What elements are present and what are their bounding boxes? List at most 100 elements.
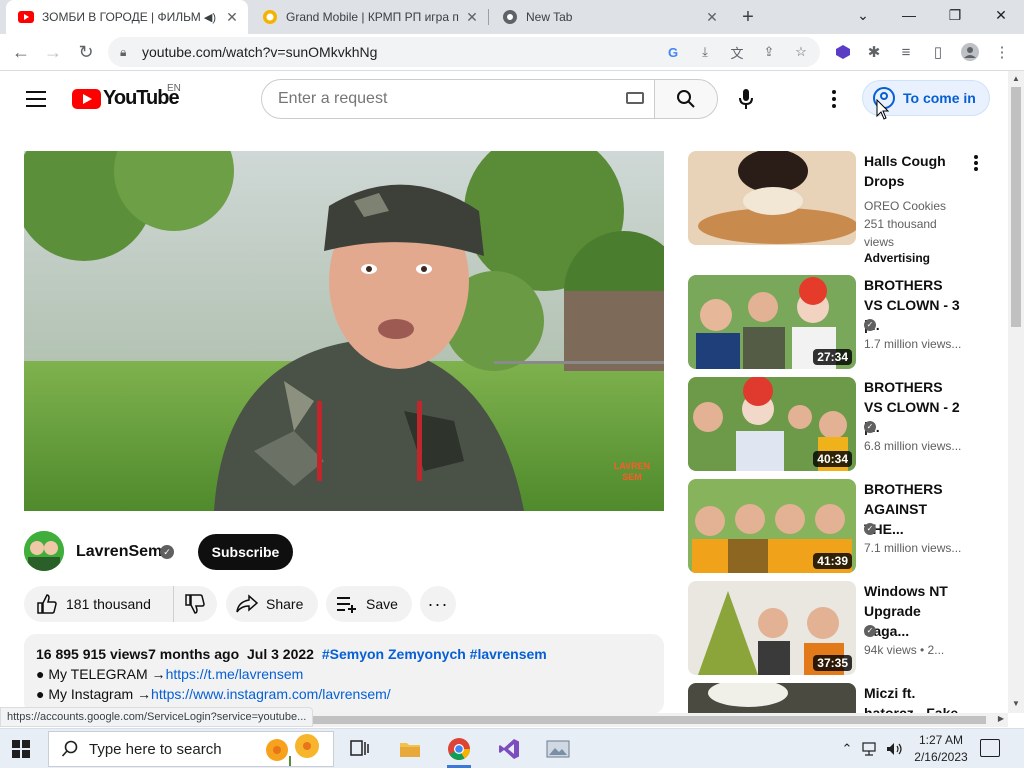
video-duration: 37:35 xyxy=(813,655,852,671)
tab-new-tab[interactable]: New Tab ✕ xyxy=(490,0,728,34)
taskbar-search-box[interactable]: Type here to search xyxy=(48,731,334,767)
volume-icon[interactable] xyxy=(884,729,906,768)
scroll-up-arrow-icon[interactable]: ▲ xyxy=(1012,74,1020,83)
telegram-link[interactable]: https://t.me/lavrensem xyxy=(166,666,304,682)
rec-title[interactable]: Miczi ft. hatorcz - Fake xyxy=(864,683,964,713)
rec-item[interactable]: 27:34 BROTHERS VS CLOWN - 3 |... ✓ 1.7 m… xyxy=(688,275,988,369)
voice-search-button[interactable] xyxy=(726,79,766,119)
windows-start-icon[interactable] xyxy=(12,740,30,758)
tab-search-chevron-icon[interactable]: ⌄ xyxy=(840,0,886,30)
ad-menu-icon[interactable] xyxy=(974,155,978,173)
notifications-icon[interactable] xyxy=(980,739,1000,757)
rec-thumbnail[interactable]: 41:39 xyxy=(688,479,856,573)
new-tab-plus-icon[interactable]: + xyxy=(737,6,759,28)
subscribe-button[interactable]: Subscribe xyxy=(198,534,293,570)
rec-thumbnail[interactable]: 37:35 xyxy=(688,581,856,675)
ad-title[interactable]: Halls Cough Drops xyxy=(864,151,964,191)
rec-channel[interactable]: ✓ xyxy=(864,319,884,333)
video-player[interactable]: LAVREN SEM xyxy=(24,151,664,511)
tab-grand-mobile[interactable]: Grand Mobile | КРМП РП игра п ✕ xyxy=(250,0,488,34)
search-button[interactable] xyxy=(654,79,718,119)
youtube-favicon-icon xyxy=(18,9,34,25)
view-count: 16 895 915 views xyxy=(36,646,149,662)
clock-date: 2/16/2023 xyxy=(914,750,968,764)
upload-date: Jul 3 2022 xyxy=(247,646,314,662)
ad-thumbnail[interactable] xyxy=(688,151,856,245)
settings-menu-icon[interactable] xyxy=(822,87,846,111)
reload-icon[interactable]: ↻ xyxy=(73,39,99,65)
forward-icon[interactable]: → xyxy=(40,39,66,65)
network-icon[interactable] xyxy=(860,729,882,768)
like-button[interactable]: 181 thousand xyxy=(24,586,174,622)
rec-channel[interactable]: ✓ xyxy=(864,625,884,639)
verified-check-icon: ✓ xyxy=(864,421,876,433)
visual-studio-icon[interactable] xyxy=(493,733,525,765)
instagram-link[interactable]: https://www.instagram.com/lavrensem/ xyxy=(151,686,391,702)
save-button[interactable]: Save xyxy=(326,586,412,622)
rec-item[interactable]: 41:39 BROTHERS AGAINST THE... ✓ 7.1 mill… xyxy=(688,479,988,573)
like-count: 181 thousand xyxy=(66,596,151,612)
share-button[interactable]: Share xyxy=(226,586,318,622)
file-explorer-icon[interactable] xyxy=(394,733,426,765)
tab-close-icon[interactable]: ✕ xyxy=(222,7,242,27)
hashtags[interactable]: #Semyon Zemyonych #lavrensem xyxy=(322,646,547,662)
media-queue-icon[interactable]: ≡ xyxy=(893,39,919,65)
verified-check-icon: ✓ xyxy=(160,545,174,559)
ad-label: Advertising xyxy=(864,251,931,265)
more-actions-button[interactable]: ··· xyxy=(420,586,456,622)
install-app-icon[interactable]: ⤓ xyxy=(694,41,716,63)
vertical-scrollbar[interactable]: ▲ ▼ xyxy=(1008,71,1024,713)
rec-item[interactable]: 40:34 BROTHERS VS CLOWN - 2 |... ✓ 6.8 m… xyxy=(688,377,988,471)
dislike-button[interactable] xyxy=(174,593,216,615)
close-window-icon[interactable]: ✕ xyxy=(978,0,1024,30)
extension-purple-icon[interactable] xyxy=(830,39,856,65)
restore-icon[interactable]: ❐ xyxy=(932,0,978,30)
bookmark-star-icon[interactable]: ☆ xyxy=(790,41,812,63)
search-box xyxy=(261,79,655,119)
taskbar-clock[interactable]: 1:27 AM 2/16/2023 xyxy=(910,732,972,766)
scrollbar-thumb[interactable] xyxy=(1011,87,1021,327)
telegram-line: ● My TELEGRAM →https://t.me/lavrensem xyxy=(36,666,652,682)
minimize-icon[interactable]: — xyxy=(886,0,932,30)
address-url: youtube.com/watch?v=sunOMkvkhNg xyxy=(142,44,378,60)
address-bar[interactable]: 🔒︎ youtube.com/watch?v=sunOMkvkhNg G ⤓ 文… xyxy=(108,37,820,67)
rec-channel[interactable]: ✓ xyxy=(864,421,884,435)
side-panel-icon[interactable]: ▯ xyxy=(925,39,951,65)
guide-menu-icon[interactable] xyxy=(26,91,46,107)
rec-thumbnail[interactable]: 27:34 xyxy=(688,275,856,369)
ad-channel: OREO Cookies xyxy=(864,199,947,213)
keyboard-icon[interactable] xyxy=(626,92,644,104)
clock-time: 1:27 AM xyxy=(918,733,964,747)
task-view-icon[interactable] xyxy=(344,733,376,765)
rec-thumbnail[interactable]: 40:34 xyxy=(688,377,856,471)
tab-close-icon[interactable]: ✕ xyxy=(702,7,722,27)
verified-check-icon: ✓ xyxy=(864,523,876,535)
rec-thumbnail[interactable] xyxy=(688,683,856,713)
profile-icon[interactable] xyxy=(957,39,983,65)
photos-app-icon[interactable] xyxy=(542,733,574,765)
channel-name[interactable]: LavrenSem xyxy=(76,543,162,561)
search-input[interactable] xyxy=(278,90,608,108)
tab-audio-icon[interactable]: ◀) xyxy=(204,11,216,24)
tab-youtube[interactable]: ЗОМБИ В ГОРОДЕ | ФИЛЬМ ◀) ✕ xyxy=(6,0,248,34)
rec-channel[interactable]: ✓ xyxy=(864,523,884,537)
tray-overflow-chevron-icon[interactable]: ⌃ xyxy=(838,729,856,768)
translate-icon[interactable]: 文 xyxy=(726,41,748,63)
rec-item[interactable]: 37:35 Windows NT Upgrade Saga... ✓ 94k v… xyxy=(688,581,988,675)
channel-avatar[interactable] xyxy=(24,531,64,571)
share-page-icon[interactable]: ⇪ xyxy=(758,41,780,63)
tab-close-icon[interactable]: ✕ xyxy=(462,7,482,27)
chrome-menu-icon[interactable]: ⋮ xyxy=(989,39,1015,65)
scroll-right-arrow-icon[interactable]: ▶ xyxy=(998,714,1004,723)
lock-icon[interactable]: 🔒︎ xyxy=(120,45,134,60)
flowers-highlight-icon xyxy=(266,734,319,766)
rec-item[interactable]: Miczi ft. hatorcz - Fake xyxy=(688,683,988,713)
back-icon[interactable]: ← xyxy=(8,39,34,65)
google-icon[interactable]: G xyxy=(662,41,684,63)
youtube-logo[interactable]: YouTube EN xyxy=(72,83,181,110)
chrome-taskbar-icon[interactable] xyxy=(443,733,475,768)
extensions-puzzle-icon[interactable]: ✱ xyxy=(861,39,887,65)
ad-item[interactable]: Halls Cough Drops OREO Cookies 251 thous… xyxy=(688,151,988,265)
description-box[interactable]: 16 895 915 views7 months ago Jul 3 2022 … xyxy=(24,634,664,714)
scroll-down-arrow-icon[interactable]: ▼ xyxy=(1012,699,1020,708)
